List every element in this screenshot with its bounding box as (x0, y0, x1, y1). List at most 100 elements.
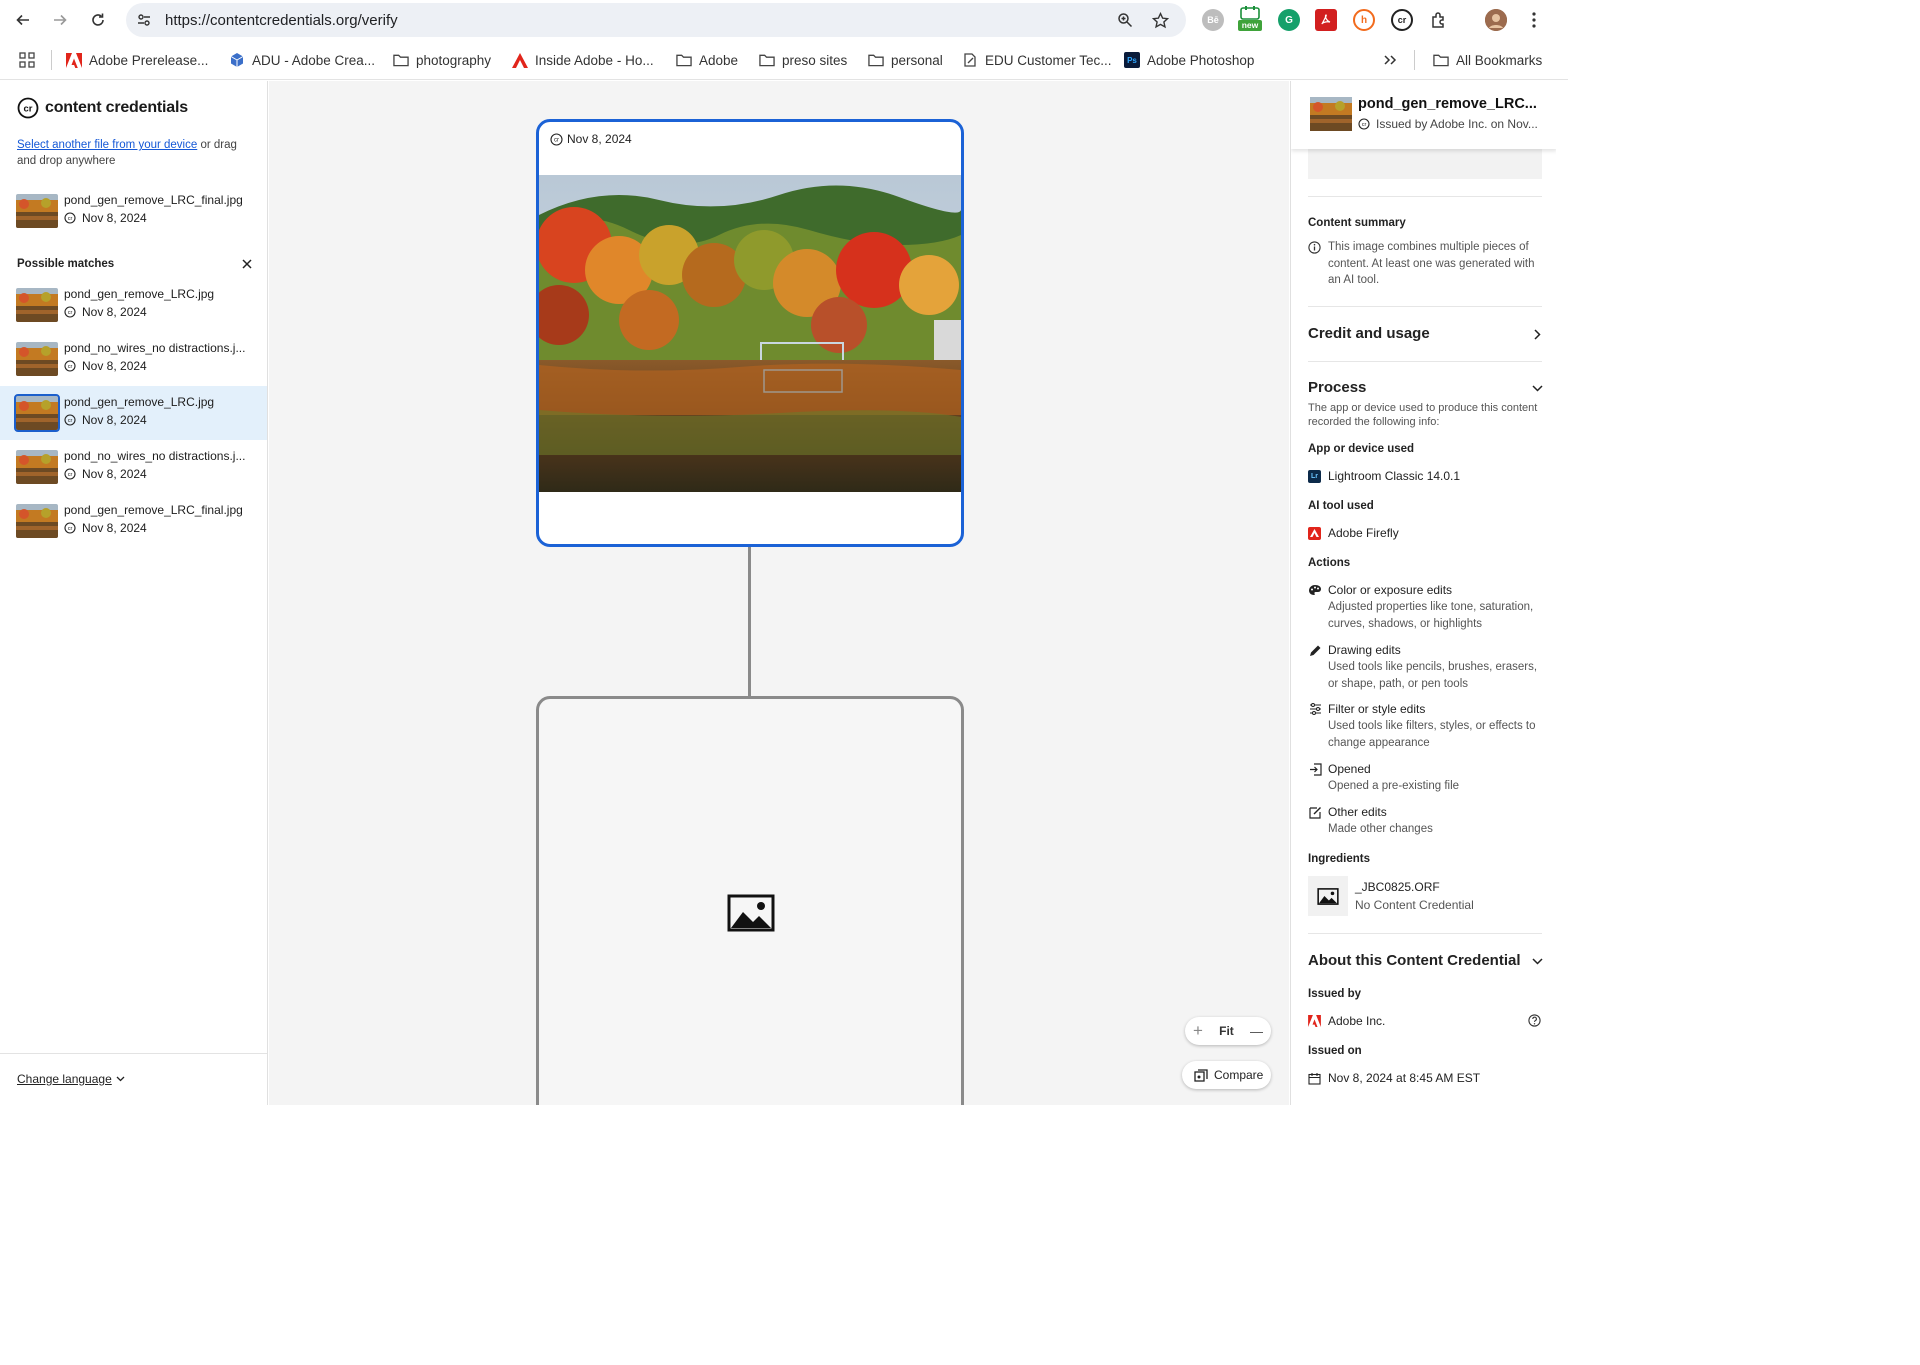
content-credentials-logo-icon: cr (17, 97, 39, 119)
close-icon[interactable] (240, 257, 254, 271)
node-connector (748, 547, 751, 697)
honey-extension-icon[interactable]: h (1353, 9, 1375, 31)
info-icon (1308, 241, 1321, 257)
chevron-right-icon[interactable] (1531, 328, 1543, 340)
details-panel: pond_gen_remove_LRC... cr Issued by Adob… (1290, 81, 1556, 1105)
bookmark-folder[interactable]: preso sites (759, 51, 847, 69)
content-credentials-extension-icon[interactable]: cr (1391, 9, 1413, 31)
credit-usage-title[interactable]: Credit and usage (1308, 325, 1430, 342)
acrobat-extension-icon[interactable] (1315, 9, 1337, 31)
ingredient-thumbnail[interactable] (1308, 876, 1348, 916)
site-settings-icon[interactable] (135, 11, 153, 29)
open-file-icon (1308, 762, 1322, 776)
match-row[interactable]: pond_no_wires_no distractions.j... cr Nov… (0, 440, 267, 494)
bookmark-folder[interactable]: Adobe (676, 51, 738, 69)
match-row[interactable]: pond_no_wires_no distractions.j... cr Nov… (0, 332, 267, 386)
browser-menu-icon[interactable] (1523, 9, 1545, 31)
folder-icon (393, 52, 409, 68)
match-row[interactable]: pond_gen_remove_LRC_final.jpg cr Nov 8, 2… (0, 494, 267, 548)
bookmark-item[interactable]: Ps Adobe Photoshop (1124, 51, 1254, 69)
back-button[interactable] (11, 8, 35, 32)
current-file-row[interactable]: pond_gen_remove_LRC_final.jpg cr Nov 8, … (0, 184, 267, 238)
node-date-badge: cr Nov 8, 2024 (546, 129, 638, 149)
chevron-down-icon[interactable] (1531, 382, 1543, 394)
ingredient-name[interactable]: _JBC0825.ORF (1355, 880, 1440, 894)
match-row-selected[interactable]: pond_gen_remove_LRC.jpg cr Nov 8, 2024 (0, 386, 267, 440)
file-date: cr Nov 8, 2024 (64, 467, 147, 481)
about-credential-title[interactable]: About this Content Credential (1308, 952, 1521, 969)
file-date: cr Nov 8, 2024 (64, 413, 147, 427)
grammarly-extension-icon[interactable]: G (1278, 9, 1300, 31)
bookmark-item[interactable]: EDU Customer Tec... (962, 51, 1112, 69)
cr-badge-icon: cr (64, 306, 76, 318)
all-bookmarks[interactable]: All Bookmarks (1433, 51, 1542, 69)
action-title: Opened (1328, 762, 1371, 776)
select-file-link[interactable]: Select another file from your device (17, 139, 197, 151)
adobe-icon (512, 52, 528, 68)
url-text[interactable]: https://contentcredentials.org/verify (165, 12, 398, 29)
profile-avatar[interactable] (1485, 9, 1507, 31)
brand-logo[interactable]: cr content credentials (17, 97, 188, 119)
apps-grid-icon[interactable] (19, 51, 35, 69)
content-summary-text: This image combines multiple pieces of c… (1328, 241, 1535, 286)
select-file-prompt: Select another file from your device or … (17, 139, 237, 167)
help-icon[interactable] (1528, 1014, 1541, 1030)
bookmark-star-icon[interactable] (1151, 11, 1169, 29)
edit-doc-icon (962, 52, 978, 68)
file-thumbnail (16, 450, 58, 484)
action-title: Filter or style edits (1328, 702, 1426, 716)
cube-icon (229, 52, 245, 68)
action-description: Opened a pre-existing file (1328, 780, 1460, 792)
zoom-page-icon[interactable] (1116, 11, 1134, 29)
bookmark-folder[interactable]: personal (868, 51, 943, 69)
change-language-link[interactable]: Change language (17, 1072, 125, 1086)
more-bookmarks-chevron-icon[interactable] (1383, 51, 1397, 69)
details-thumbnail (1310, 97, 1352, 131)
sliders-icon (1308, 702, 1322, 716)
bookmark-item[interactable]: ADU - Adobe Crea... (229, 51, 375, 69)
bookmark-item[interactable]: Inside Adobe - Ho... (512, 51, 654, 69)
calendar-icon (1308, 1072, 1321, 1085)
selected-node-card[interactable]: cr Nov 8, 2024 (536, 119, 964, 547)
compare-button[interactable]: Compare (1182, 1061, 1271, 1089)
cr-badge-icon: cr (1358, 118, 1370, 130)
issued-by-item: Adobe Inc. (1308, 1014, 1385, 1028)
behance-extension-icon[interactable]: Bē (1202, 9, 1224, 31)
ingredient-status: No Content Credential (1355, 898, 1474, 912)
provenance-canvas[interactable]: cr Nov 8, 2024 + Fit — Compare (269, 81, 1289, 1105)
brand-name: content credentials (45, 99, 188, 116)
file-thumbnail (16, 504, 58, 538)
arrow-left-icon (16, 14, 29, 26)
match-row[interactable]: pond_gen_remove_LRC.jpg cr Nov 8, 2024 (0, 278, 267, 332)
cr-badge-icon: cr (64, 468, 76, 480)
issued-on-item: Nov 8, 2024 at 8:45 AM EST (1308, 1071, 1480, 1085)
bookmark-item[interactable]: Adobe Prerelease... (66, 51, 208, 69)
zoom-out-button[interactable]: — (1250, 1024, 1263, 1039)
reload-button[interactable] (86, 8, 110, 32)
forward-button[interactable] (48, 8, 72, 32)
file-thumbnail (16, 194, 58, 228)
possible-matches-title: Possible matches (17, 258, 115, 270)
folder-icon (759, 52, 775, 68)
extensions-puzzle-icon[interactable] (1428, 9, 1450, 31)
address-bar[interactable]: https://contentcredentials.org/verify (126, 3, 1186, 37)
zoom-fit-button[interactable]: Fit (1219, 1024, 1234, 1038)
section-divider (1308, 196, 1542, 197)
bookmarks-divider (51, 50, 52, 70)
ingredient-node-card[interactable] (536, 696, 964, 1105)
adobe-icon (1308, 1015, 1321, 1027)
folder-icon (1433, 52, 1449, 68)
app-used-item: Lr Lightroom Classic 14.0.1 (1308, 469, 1460, 483)
chevron-down-icon[interactable] (1531, 955, 1543, 967)
palette-icon (1308, 583, 1322, 597)
bookmark-folder[interactable]: photography (393, 51, 491, 69)
sidebar: cr content credentials Select another fi… (0, 81, 268, 1105)
svg-text:cr: cr (1362, 122, 1367, 128)
chevron-down-icon (116, 1076, 125, 1082)
process-title[interactable]: Process (1308, 379, 1366, 396)
new-extension-icon[interactable]: new (1238, 6, 1262, 32)
browser-toolbar: https://contentcredentials.org/verify Bē… (0, 0, 1568, 40)
file-name: pond_no_wires_no distractions.j... (64, 449, 246, 463)
zoom-in-button[interactable]: + (1193, 1021, 1203, 1041)
cr-badge-icon: cr (64, 360, 76, 372)
